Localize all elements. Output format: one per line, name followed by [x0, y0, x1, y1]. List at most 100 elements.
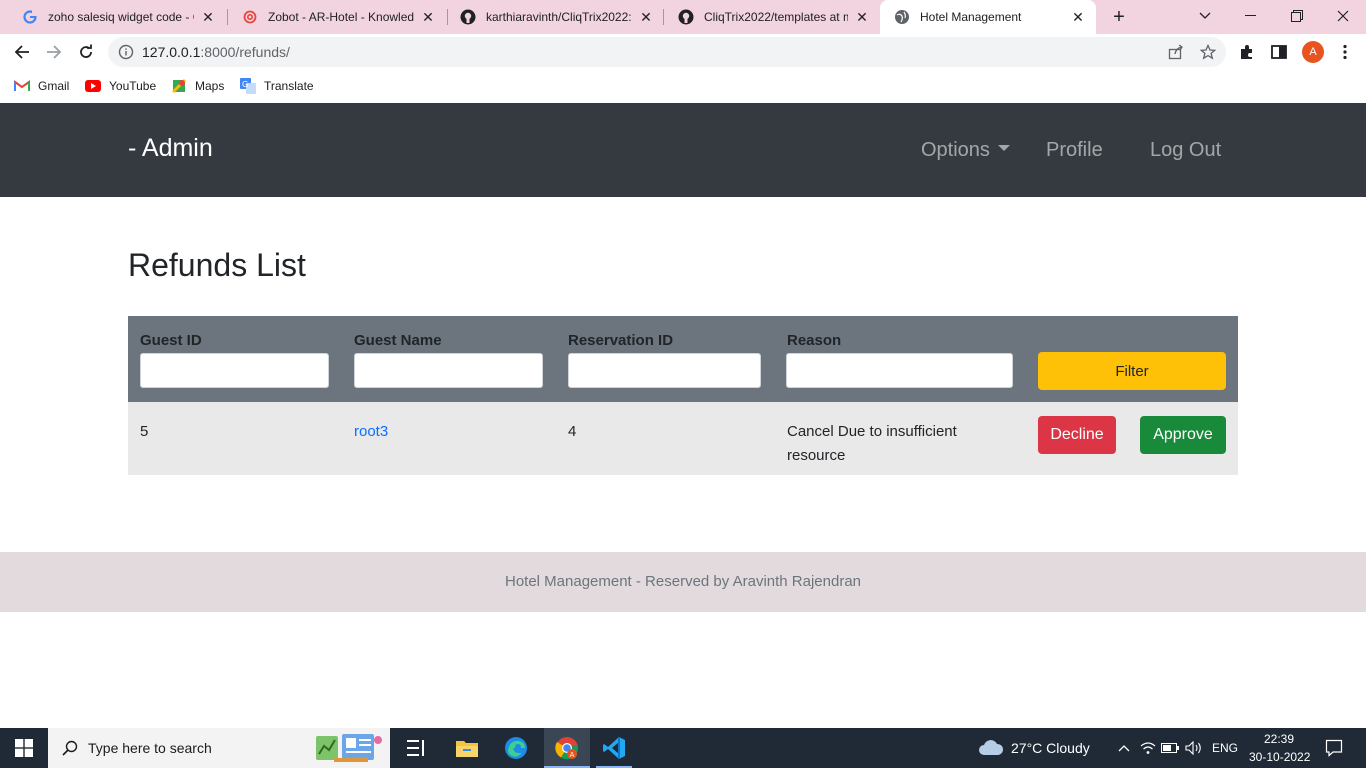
bookmark-label: Maps — [195, 79, 225, 93]
youtube-icon — [85, 78, 101, 94]
url-host: 127.0.0.1 — [142, 44, 201, 60]
minimize-icon[interactable] — [1228, 0, 1274, 32]
weather-text[interactable]: 27°C Cloudy — [1011, 740, 1090, 756]
google-icon — [22, 9, 38, 25]
back-arrow-icon[interactable] — [8, 38, 36, 66]
table-row: 5 root3 4 Cancel Due to insufficient reso… — [128, 402, 1238, 475]
browser-tab-title: Hotel Management — [920, 10, 1022, 24]
profile-avatar[interactable]: A — [1302, 41, 1324, 63]
search-highlights-icon — [314, 732, 384, 764]
search-placeholder: Type here to search — [88, 740, 212, 756]
language-indicator[interactable]: ENG — [1212, 741, 1238, 755]
battery-icon[interactable] — [1158, 736, 1182, 760]
close-icon[interactable]: ✕ — [1070, 9, 1086, 25]
url-text: 127.0.0.1:8000/refunds/ — [142, 44, 290, 60]
cloudy-weather-icon — [978, 736, 1004, 760]
task-view-icon[interactable] — [404, 736, 428, 760]
close-icon[interactable]: ✕ — [854, 9, 870, 25]
github-icon — [460, 9, 476, 25]
svg-text:A: A — [570, 751, 575, 759]
reload-icon[interactable] — [72, 38, 100, 66]
chrome-taskbar-button[interactable]: A — [544, 728, 590, 768]
browser-toolbar: 127.0.0.1:8000/refunds/ A — [0, 34, 1366, 70]
bookmarks-bar: Gmail YouTube Maps G Translate — [0, 70, 1366, 103]
extensions-icon[interactable] — [1238, 43, 1256, 61]
window-close-icon[interactable] — [1320, 0, 1366, 32]
clock-time[interactable]: 22:39 — [1264, 732, 1294, 746]
bookmark-label: Gmail — [38, 79, 70, 93]
reason-line-2: resource — [787, 447, 846, 464]
browser-tab-1[interactable]: zoho salesiq widget code - G ✕ — [8, 0, 226, 34]
close-icon[interactable]: ✕ — [638, 9, 654, 25]
bookmark-translate[interactable]: G Translate — [240, 76, 314, 96]
maps-icon — [171, 78, 187, 94]
column-header-guest-id: Guest ID — [140, 332, 202, 349]
new-tab-icon[interactable]: + — [1108, 6, 1130, 28]
taskbar-search-box[interactable]: Type here to search — [48, 728, 390, 768]
column-header-guest-name: Guest Name — [354, 332, 442, 349]
bookmark-star-icon[interactable] — [1199, 43, 1217, 60]
volume-icon[interactable] — [1182, 736, 1206, 760]
windows-taskbar: Type here to search A 27°C Cloudy ENG 22… — [0, 728, 1366, 768]
browser-tab-title: zoho salesiq widget code - G — [48, 10, 194, 24]
page-title: Refunds List — [128, 247, 306, 283]
filter-button[interactable]: Filter — [1038, 352, 1226, 390]
close-icon[interactable]: ✕ — [200, 9, 216, 25]
browser-tab-4[interactable]: CliqTrix2022/templates at ma ✕ — [664, 0, 880, 34]
wifi-icon[interactable] — [1136, 736, 1160, 760]
restore-icon[interactable] — [1274, 0, 1320, 32]
edge-browser-icon[interactable] — [504, 736, 528, 760]
cell-guest-id: 5 — [140, 423, 149, 440]
site-info-icon[interactable] — [118, 44, 134, 60]
approve-button[interactable]: Approve — [1140, 416, 1226, 454]
forward-arrow-icon[interactable] — [40, 38, 68, 66]
file-explorer-icon[interactable] — [455, 736, 479, 760]
side-panel-icon[interactable] — [1270, 43, 1288, 61]
notification-icon[interactable] — [1322, 736, 1346, 760]
close-icon[interactable]: ✕ — [420, 9, 436, 25]
clock-date[interactable]: 30-10-2022 — [1249, 750, 1310, 764]
column-header-reason: Reason — [787, 332, 842, 349]
decline-button[interactable]: Decline — [1038, 416, 1116, 454]
cell-reservation-id: 4 — [568, 423, 577, 440]
browser-tab-strip: zoho salesiq widget code - G ✕ Zobot - A… — [0, 0, 1366, 34]
more-vert-icon[interactable] — [1336, 43, 1354, 61]
nav-profile-link[interactable]: Profile — [1046, 139, 1103, 162]
share-icon[interactable] — [1168, 44, 1184, 60]
footer-text: Hotel Management - Reserved by Aravinth … — [504, 573, 862, 590]
caret-down-icon — [997, 144, 1010, 151]
reservation-id-filter-input[interactable] — [568, 353, 761, 388]
column-header-reservation-id: Reservation ID — [568, 332, 674, 349]
bookmark-youtube[interactable]: YouTube — [85, 76, 156, 96]
translate-icon: G — [240, 78, 256, 94]
vscode-icon[interactable] — [602, 736, 626, 760]
nav-options-dropdown[interactable]: Options — [921, 139, 1010, 162]
chevron-down-icon[interactable] — [1182, 0, 1228, 32]
bookmark-gmail[interactable]: Gmail — [14, 76, 69, 96]
bookmark-maps[interactable]: Maps — [171, 76, 224, 96]
navbar-brand[interactable]: - Admin — [128, 134, 213, 163]
chevron-up-icon[interactable] — [1112, 736, 1136, 760]
windows-start-icon[interactable] — [12, 736, 36, 760]
refunds-table-header: Guest ID Guest Name Reservation ID Reaso… — [128, 316, 1238, 402]
page-footer: Hotel Management - Reserved by Aravinth … — [0, 552, 1366, 612]
browser-tab-3[interactable]: karthiaravinth/CliqTrix2022: C ✕ — [446, 0, 664, 34]
salesiq-icon — [242, 9, 258, 25]
browser-tab-active[interactable]: Hotel Management ✕ — [880, 0, 1096, 34]
reason-filter-input[interactable] — [786, 353, 1013, 388]
bookmark-label: Translate — [264, 79, 314, 93]
address-bar[interactable]: 127.0.0.1:8000/refunds/ — [108, 37, 1226, 67]
browser-tab-title: CliqTrix2022/templates at ma — [704, 10, 848, 24]
browser-tab-title: Zobot - AR-Hotel - Knowledg — [268, 10, 414, 24]
nav-logout-link[interactable]: Log Out — [1150, 139, 1221, 162]
guest-name-link[interactable]: root3 — [354, 420, 388, 444]
browser-tab-2[interactable]: Zobot - AR-Hotel - Knowledg ✕ — [228, 0, 446, 34]
github-icon — [678, 9, 694, 25]
browser-tab-title: karthiaravinth/CliqTrix2022: C — [486, 10, 632, 24]
guest-name-filter-input[interactable] — [354, 353, 543, 388]
guest-id-filter-input[interactable] — [140, 353, 329, 388]
svg-text:G: G — [242, 80, 248, 89]
gmail-icon — [14, 78, 30, 94]
chrome-icon: A — [555, 736, 579, 760]
globe-icon — [894, 9, 910, 25]
